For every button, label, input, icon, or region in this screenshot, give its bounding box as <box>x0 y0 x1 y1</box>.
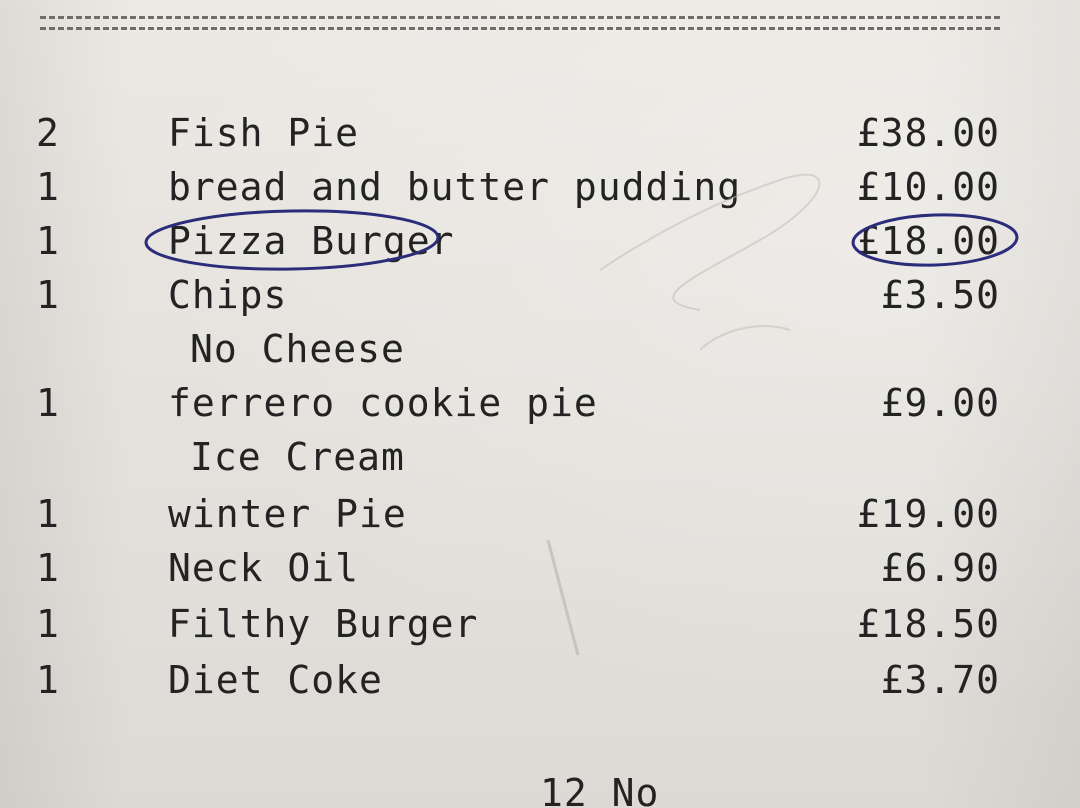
item-name: Pizza Burger <box>168 219 455 263</box>
item-name: Fish Pie <box>168 111 360 155</box>
item-price: £18.50 <box>856 602 1000 646</box>
item-quantity: 2 <box>36 111 60 155</box>
item-price: £3.50 <box>880 273 1000 317</box>
item-price: £9.00 <box>880 381 1000 425</box>
line-item-circled: 1 Pizza Burger £18.00 <box>0 214 1080 268</box>
item-modifier: No Cheese <box>0 322 1080 376</box>
separator-line <box>40 27 1000 30</box>
item-price: £18.00 <box>856 219 1000 263</box>
item-name: winter Pie <box>168 492 407 536</box>
line-item: 1 Diet Coke £3.70 <box>0 653 1080 707</box>
item-quantity: 1 <box>36 546 60 590</box>
item-quantity: 1 <box>36 273 60 317</box>
item-name: Filthy Burger <box>168 602 479 646</box>
item-price: £3.70 <box>880 658 1000 702</box>
line-item: 1 Chips £3.50 <box>0 268 1080 322</box>
item-quantity: 1 <box>36 492 60 536</box>
separator-line <box>40 16 1000 19</box>
item-name: bread and butter pudding <box>168 165 742 209</box>
item-name: Chips <box>168 273 288 317</box>
item-quantity: 1 <box>36 381 60 425</box>
item-price: £19.00 <box>856 492 1000 536</box>
item-quantity: 1 <box>36 219 60 263</box>
item-name: Neck Oil <box>168 546 360 590</box>
item-quantity: 1 <box>36 602 60 646</box>
line-item: 1 bread and butter pudding £10.00 <box>0 160 1080 214</box>
line-item: 1 ferrero cookie pie £9.00 <box>0 376 1080 430</box>
item-name: Diet Coke <box>168 658 383 702</box>
footer-text: 12 No <box>540 771 660 808</box>
modifier-text: Ice Cream <box>190 435 405 479</box>
item-quantity: 1 <box>36 165 60 209</box>
line-item: 1 Neck Oil £6.90 <box>0 541 1080 595</box>
modifier-text: No Cheese <box>190 327 405 371</box>
item-price: £38.00 <box>856 111 1000 155</box>
line-item: 1 winter Pie £19.00 <box>0 487 1080 541</box>
item-modifier: Ice Cream <box>0 430 1080 484</box>
item-price: £6.90 <box>880 546 1000 590</box>
item-name: ferrero cookie pie <box>168 381 598 425</box>
item-quantity: 1 <box>36 658 60 702</box>
line-item: 1 Filthy Burger £18.50 <box>0 597 1080 651</box>
line-item: 2 Fish Pie £38.00 <box>0 106 1080 160</box>
receipt: 2 Fish Pie £38.00 1 bread and butter pud… <box>0 0 1080 808</box>
item-price: £10.00 <box>856 165 1000 209</box>
